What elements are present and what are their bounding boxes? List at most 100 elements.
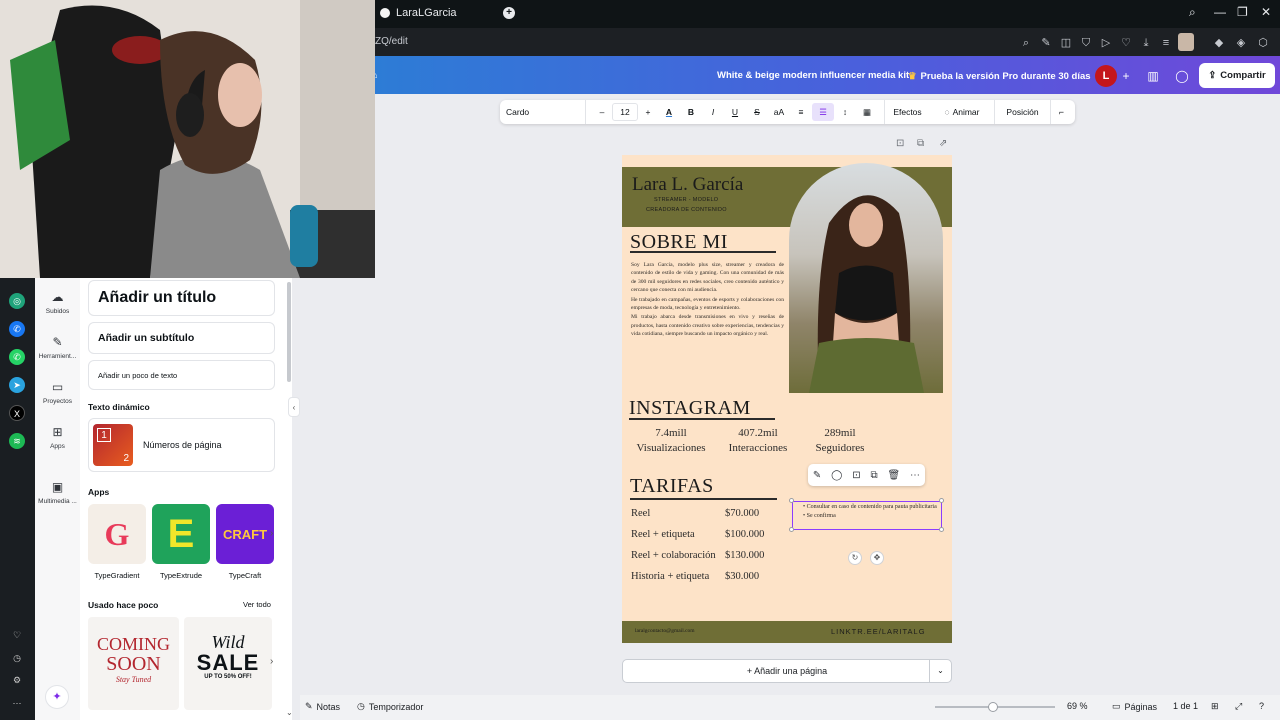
add-body-text-button[interactable]: Añadir un poco de texto — [88, 360, 275, 390]
camera-icon[interactable]: ◫ — [1059, 36, 1073, 50]
resize-handle[interactable] — [939, 498, 944, 503]
role-line-1[interactable]: STREAMER - MODELO — [654, 197, 718, 203]
nav-apps[interactable]: ⊞ Apps — [35, 425, 80, 450]
settings-icon[interactable]: ⬡ — [1256, 36, 1270, 50]
contact-email[interactable]: laralgcontacto@gmail.com — [635, 628, 695, 634]
list-icon[interactable]: ☰ — [812, 103, 834, 121]
panel-scrollbar[interactable] — [287, 282, 291, 382]
stat-interactions[interactable]: 407.2mil Interacciones — [713, 426, 803, 457]
strikethrough-button[interactable]: S — [746, 100, 768, 124]
maximize-icon[interactable]: ❐ — [1237, 5, 1248, 19]
zoom-slider-handle[interactable] — [988, 702, 998, 712]
rate-row[interactable]: Historia + etiqueta $30.000 — [631, 571, 781, 582]
nav-tools[interactable]: ✎ Herramient... — [35, 335, 80, 360]
rate-row[interactable]: Reel + colaboración $130.000 — [631, 550, 781, 561]
telegram-icon[interactable]: ➤ — [9, 377, 25, 393]
see-all-link[interactable]: Ver todo — [243, 600, 271, 609]
text-color-icon[interactable]: A — [658, 100, 680, 124]
favorites-icon[interactable]: ♡ — [9, 627, 25, 643]
spacing-icon[interactable]: ↕ — [834, 100, 856, 124]
pro-trial-button[interactable]: ♛ Prueba la versión Pro durante 30 días — [908, 66, 1091, 86]
diamond-icon[interactable]: ◈ — [1234, 36, 1248, 50]
url-text[interactable]: ZQ/edit — [375, 36, 408, 47]
design-page[interactable]: Lara L. García STREAMER - MODELO CREADOR… — [622, 155, 952, 643]
play-icon[interactable]: ▷ — [1099, 36, 1113, 50]
history-icon[interactable]: ◷ — [9, 650, 25, 666]
magic-edit-icon[interactable]: ✎ — [813, 470, 821, 481]
copy-style-icon[interactable]: ⌐ — [1050, 100, 1072, 124]
move-handle-icon[interactable]: ✥ — [870, 551, 884, 565]
duplicate-element-icon[interactable]: ⧉ — [870, 470, 877, 481]
add-page-dropdown-icon[interactable]: ⌄ — [929, 660, 951, 682]
insights-icon[interactable]: ▥ — [1143, 66, 1163, 86]
font-size-decrease[interactable]: – — [592, 100, 612, 124]
download-icon[interactable]: ⤓ — [1139, 36, 1153, 50]
rate-row[interactable]: Reel + etiqueta $100.000 — [631, 529, 781, 540]
zoom-level[interactable]: 69 % — [1067, 701, 1088, 711]
nav-uploads[interactable]: ☁ Subidos — [35, 290, 80, 315]
stat-followers[interactable]: 289mil Seguidores — [795, 426, 885, 457]
messenger-icon[interactable]: ✆ — [9, 321, 25, 337]
more-options-icon[interactable]: ⋯ — [910, 470, 920, 481]
zoom-icon[interactable]: ⌕ — [1019, 36, 1033, 50]
profile-photo[interactable] — [789, 163, 943, 393]
bold-button[interactable]: B — [680, 100, 702, 124]
grid-view-icon[interactable]: ⊞ — [1211, 701, 1219, 712]
browser-tab[interactable]: LaraLGarcia — [380, 2, 520, 24]
search-tabs-icon[interactable]: ⌕ — [1189, 5, 1196, 20]
lock-page-icon[interactable]: ⊡ — [896, 138, 904, 149]
extension-icon[interactable]: ◆ — [1212, 36, 1226, 50]
app-typeextrude[interactable]: E — [152, 504, 210, 564]
effects-button[interactable]: Efectos — [884, 100, 930, 124]
pages-button[interactable]: ▭ Páginas — [1112, 701, 1157, 712]
add-page-button[interactable]: + Añadir una página ⌄ — [622, 659, 952, 683]
user-avatar[interactable]: L — [1095, 65, 1117, 87]
menu-icon[interactable]: ≡ — [1159, 36, 1173, 50]
font-size-input[interactable]: 12 — [612, 103, 638, 121]
contact-link[interactable]: LINKTR.EE/LARITALG — [831, 627, 926, 636]
bio-text[interactable]: Soy Lara García, modelo plus size, strea… — [631, 261, 784, 340]
fullscreen-icon[interactable]: ⤢ — [1235, 701, 1242, 712]
font-size-increase[interactable]: + — [638, 100, 658, 124]
recent-wild-sale[interactable]: Wild SALE UP TO 50% OFF! — [184, 617, 272, 710]
recent-coming-soon[interactable]: COMING SOON Stay Tuned — [88, 617, 179, 710]
role-line-2[interactable]: CREADORA DE CONTENIDO — [646, 207, 727, 213]
resize-handle[interactable] — [939, 527, 944, 532]
timer-button[interactable]: ◷ Temporizador — [357, 701, 423, 712]
add-page-icon[interactable]: ⇗ — [939, 138, 947, 149]
heart-icon[interactable]: ♡ — [1119, 36, 1133, 50]
shield-icon[interactable]: ⛉ — [1079, 36, 1093, 50]
app-typecraft[interactable]: CRAFT — [216, 504, 274, 564]
font-select[interactable]: Cardo — [500, 100, 586, 124]
apps-next-icon[interactable]: › — [270, 528, 273, 539]
italic-button[interactable]: I — [702, 100, 724, 124]
underline-button[interactable]: U — [724, 100, 746, 124]
new-tab-button[interactable]: + — [503, 7, 515, 19]
edit-icon[interactable]: ✎ — [1039, 36, 1053, 50]
x-icon[interactable]: X — [9, 405, 25, 421]
comment-element-icon[interactable]: ◯ — [831, 470, 842, 481]
delete-element-icon[interactable]: 🗑 — [887, 470, 900, 481]
whatsapp-icon[interactable]: ✆ — [9, 349, 25, 365]
add-title-button[interactable]: Añadir un título — [88, 280, 275, 316]
add-collaborator-icon[interactable]: + — [1116, 66, 1136, 86]
close-window-icon[interactable]: ✕ — [1261, 5, 1271, 19]
share-button[interactable]: ⇪ Compartir — [1199, 63, 1275, 88]
scroll-down-icon[interactable]: ⌄ — [286, 708, 293, 717]
duplicate-page-icon[interactable]: ⧉ — [917, 138, 924, 149]
page-numbers-card[interactable]: 1 2 Números de página — [88, 418, 275, 472]
rates-title[interactable]: TARIFAS — [630, 475, 714, 498]
recent-next-icon[interactable]: › — [270, 656, 273, 667]
case-button[interactable]: aA — [768, 100, 790, 124]
nav-media[interactable]: ▣ Multimedia ... — [35, 480, 80, 505]
collapse-panel-icon[interactable]: ‹ — [288, 397, 300, 417]
stat-views[interactable]: 7.4mill Visualizaciones — [626, 426, 716, 457]
animate-button[interactable]: ◌ Animar — [930, 100, 994, 124]
spotify-icon[interactable]: ≋ — [9, 433, 25, 449]
magic-assistant-icon[interactable]: ✦ — [45, 685, 69, 709]
settings-gear-icon[interactable]: ⚙ — [9, 672, 25, 688]
add-subtitle-button[interactable]: Añadir un subtítulo — [88, 322, 275, 354]
comment-icon[interactable]: ◯ — [1172, 66, 1192, 86]
help-icon[interactable]: ? — [1259, 701, 1264, 711]
chatgpt-icon[interactable]: ◎ — [9, 293, 25, 309]
